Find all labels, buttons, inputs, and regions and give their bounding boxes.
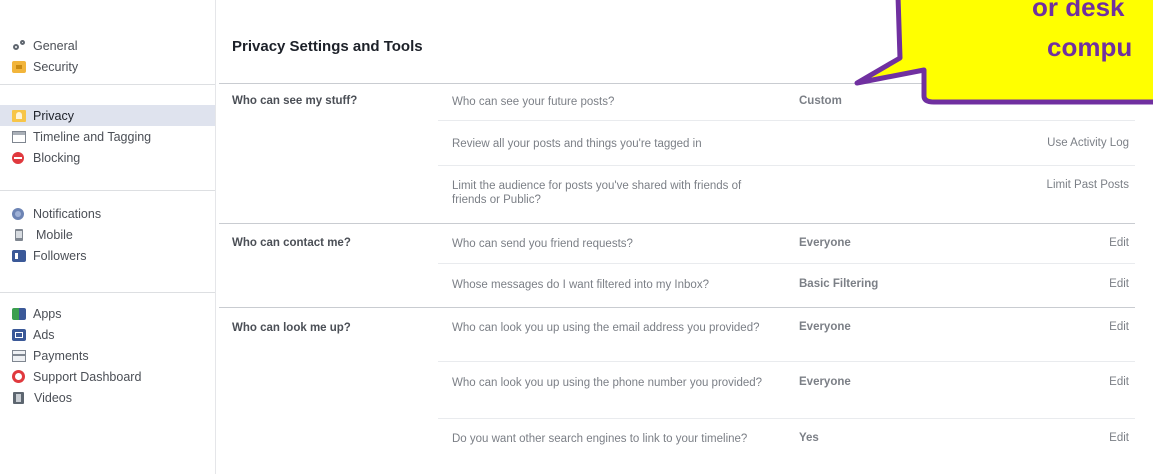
sidebar-item-label: Timeline and Tagging bbox=[33, 129, 152, 144]
video-icon bbox=[13, 391, 24, 404]
section-label: Who can look me up? bbox=[232, 322, 351, 334]
followers-icon bbox=[12, 249, 26, 262]
sidebar-group-notifications: Notifications Mobile Followers bbox=[0, 203, 215, 266]
sidebar-item-label: Videos bbox=[34, 390, 72, 405]
setting-question: Limit the audience for posts you've shar… bbox=[452, 180, 742, 206]
setting-question: Do you want other search engines to link… bbox=[452, 433, 748, 445]
sidebar-divider bbox=[0, 292, 215, 293]
setting-row[interactable]: Who can look you up using the email addr… bbox=[438, 308, 1135, 361]
sidebar-item-label: Followers bbox=[33, 248, 87, 263]
edit-link[interactable]: Edit bbox=[1109, 432, 1129, 444]
edit-link[interactable]: Edit bbox=[1109, 376, 1129, 388]
sidebar-item-label: General bbox=[33, 38, 78, 53]
sidebar-group-account: General Security bbox=[0, 35, 215, 77]
sidebar-item-label: Security bbox=[33, 59, 79, 74]
settings-section-look-me-up: Who can look me up? Who can look you up … bbox=[219, 307, 1135, 468]
sidebar-item-label: Payments bbox=[33, 348, 89, 363]
privacy-settings-table: Who can see my stuff? Who can see your f… bbox=[219, 83, 1135, 468]
sidebar-item-timeline-and-tagging[interactable]: Timeline and Tagging bbox=[0, 126, 215, 147]
privacy-lock-icon bbox=[12, 109, 26, 122]
gear-icon bbox=[12, 39, 26, 52]
support-icon bbox=[12, 370, 25, 383]
setting-question: Who can look you up using the email addr… bbox=[452, 322, 760, 334]
use-activity-log-link[interactable]: Use Activity Log bbox=[1047, 137, 1129, 149]
sidebar-border bbox=[215, 0, 216, 474]
edit-link[interactable]: Edit bbox=[1109, 321, 1129, 333]
sidebar-item-followers[interactable]: Followers bbox=[0, 245, 215, 266]
setting-value: Basic Filtering bbox=[799, 278, 879, 290]
edit-link[interactable]: Edit bbox=[1109, 237, 1129, 249]
sidebar-item-mobile[interactable]: Mobile bbox=[0, 224, 215, 245]
settings-sidebar: General Security Privacy Timeline and Ta… bbox=[0, 0, 216, 474]
sidebar-group-privacy: Privacy Timeline and Tagging Blocking bbox=[0, 105, 215, 168]
sidebar-item-apps[interactable]: Apps bbox=[0, 303, 215, 324]
callout-text-line1: or desk bbox=[1032, 0, 1125, 22]
globe-icon bbox=[12, 207, 24, 220]
sidebar-item-label: Notifications bbox=[33, 206, 102, 221]
block-icon bbox=[12, 151, 24, 164]
sidebar-item-ads[interactable]: Ads bbox=[0, 324, 215, 345]
sidebar-item-videos[interactable]: Videos bbox=[0, 387, 215, 408]
sidebar-item-blocking[interactable]: Blocking bbox=[0, 147, 215, 168]
setting-value: Everyone bbox=[799, 321, 851, 333]
setting-value: Yes bbox=[799, 432, 819, 444]
sidebar-item-privacy[interactable]: Privacy bbox=[0, 105, 215, 126]
setting-question: Who can see your future posts? bbox=[452, 96, 615, 108]
sidebar-group-apps: Apps Ads Payments Support Dashboard Vide… bbox=[0, 303, 215, 408]
setting-row[interactable]: Limit the audience for posts you've shar… bbox=[438, 165, 1135, 222]
setting-row[interactable]: Do you want other search engines to link… bbox=[438, 418, 1135, 469]
sidebar-item-label: Mobile bbox=[36, 227, 73, 242]
timeline-icon bbox=[12, 130, 26, 143]
setting-value: Custom bbox=[799, 95, 842, 107]
section-label: Who can contact me? bbox=[232, 237, 351, 249]
sidebar-item-notifications[interactable]: Notifications bbox=[0, 203, 215, 224]
sidebar-item-support-dashboard[interactable]: Support Dashboard bbox=[0, 366, 215, 387]
sidebar-item-payments[interactable]: Payments bbox=[0, 345, 215, 366]
ads-icon bbox=[12, 328, 26, 341]
setting-row[interactable]: Who can send you friend requests? Everyo… bbox=[438, 224, 1135, 263]
sidebar-divider bbox=[0, 84, 215, 85]
sidebar-item-label: Ads bbox=[33, 327, 55, 342]
settings-section-contact-me: Who can contact me? Who can send you fri… bbox=[219, 223, 1135, 307]
setting-row[interactable]: Whose messages do I want filtered into m… bbox=[438, 263, 1135, 307]
setting-question: Who can look you up using the phone numb… bbox=[452, 377, 763, 389]
setting-row[interactable]: Who can look you up using the phone numb… bbox=[438, 361, 1135, 418]
sidebar-item-label: Blocking bbox=[33, 150, 81, 165]
apps-icon bbox=[12, 307, 26, 320]
setting-question: Whose messages do I want filtered into m… bbox=[452, 279, 709, 291]
sidebar-item-security[interactable]: Security bbox=[0, 56, 215, 77]
setting-question: Review all your posts and things you're … bbox=[452, 138, 702, 150]
section-label: Who can see my stuff? bbox=[232, 95, 358, 107]
limit-past-posts-link[interactable]: Limit Past Posts bbox=[1047, 179, 1129, 191]
sidebar-item-label: Apps bbox=[33, 306, 62, 321]
page-title: Privacy Settings and Tools bbox=[232, 38, 423, 55]
sidebar-item-label: Privacy bbox=[33, 108, 74, 123]
sidebar-divider bbox=[0, 190, 215, 191]
sidebar-item-label: Support Dashboard bbox=[33, 369, 142, 384]
lock-icon bbox=[12, 60, 26, 73]
callout-text-line2: compu bbox=[1047, 32, 1133, 62]
setting-value: Everyone bbox=[799, 376, 851, 388]
edit-link[interactable]: Edit bbox=[1109, 278, 1129, 290]
sidebar-item-general[interactable]: General bbox=[0, 35, 215, 56]
payments-icon bbox=[12, 349, 26, 362]
mobile-icon bbox=[15, 228, 23, 241]
setting-value: Everyone bbox=[799, 237, 851, 249]
setting-row[interactable]: Review all your posts and things you're … bbox=[438, 120, 1135, 165]
setting-question: Who can send you friend requests? bbox=[452, 238, 633, 250]
